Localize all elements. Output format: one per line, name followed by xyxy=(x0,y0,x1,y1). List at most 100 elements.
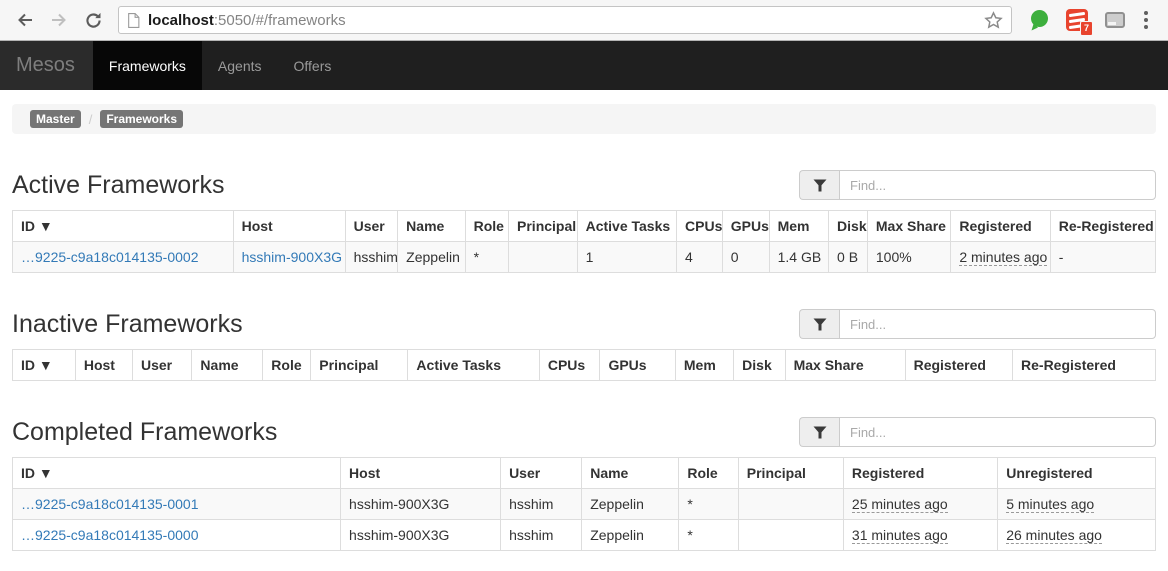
column-header-registered[interactable]: Registered xyxy=(843,458,997,489)
relative-time: 26 minutes ago xyxy=(1006,527,1102,544)
filter-icon xyxy=(799,170,839,200)
table-cell: hsshim xyxy=(345,242,398,273)
url-path: :5050/#/frameworks xyxy=(214,12,346,29)
inactive-filter-input[interactable] xyxy=(839,309,1156,339)
browser-menu-icon[interactable] xyxy=(1136,7,1158,33)
column-header-principal[interactable]: Principal xyxy=(311,350,408,381)
nav-item-offers[interactable]: Offers xyxy=(278,41,348,90)
table-cell: 2 minutes ago xyxy=(951,242,1050,273)
column-header-host[interactable]: Host xyxy=(233,211,345,242)
active-frameworks-table: ID ▼HostUserNameRolePrincipalActive Task… xyxy=(12,210,1156,273)
breadcrumb-frameworks[interactable]: Frameworks xyxy=(100,110,183,128)
cell-link[interactable]: …9225-c9a18c014135-0000 xyxy=(21,527,198,543)
extension-cast-icon[interactable] xyxy=(1102,6,1128,34)
column-header-mem[interactable]: Mem xyxy=(769,211,828,242)
column-header-id[interactable]: ID ▼ xyxy=(13,458,341,489)
table-cell: 26 minutes ago xyxy=(998,520,1156,551)
column-header-disk[interactable]: Disk xyxy=(734,350,785,381)
cell-link[interactable]: …9225-c9a18c014135-0001 xyxy=(21,496,198,512)
column-header-max-share[interactable]: Max Share xyxy=(867,211,950,242)
completed-filter-input[interactable] xyxy=(839,417,1156,447)
nav-item-frameworks[interactable]: Frameworks xyxy=(93,41,202,90)
column-header-registered[interactable]: Registered xyxy=(905,350,1012,381)
column-header-mem[interactable]: Mem xyxy=(675,350,733,381)
column-header-name[interactable]: Name xyxy=(192,350,263,381)
table-cell: Zeppelin xyxy=(582,489,679,520)
forward-icon[interactable] xyxy=(44,5,74,35)
inactive-frameworks-title: Inactive Frameworks xyxy=(12,309,243,339)
header-row: ID ▼HostUserNameRolePrincipalRegisteredU… xyxy=(13,458,1156,489)
column-header-unregistered[interactable]: Unregistered xyxy=(998,458,1156,489)
column-header-host[interactable]: Host xyxy=(341,458,501,489)
column-header-role[interactable]: Role xyxy=(679,458,738,489)
extension-todoist-icon[interactable]: 7 xyxy=(1064,6,1090,34)
filter-icon xyxy=(799,417,839,447)
active-frameworks-section: Active Frameworks ID ▼HostUserNameRolePr… xyxy=(12,170,1156,273)
completed-frameworks-title: Completed Frameworks xyxy=(12,417,277,447)
breadcrumb: Master / Frameworks xyxy=(12,104,1156,134)
column-header-role[interactable]: Role xyxy=(263,350,311,381)
table-cell: hsshim xyxy=(501,489,582,520)
table-cell: …9225-c9a18c014135-0002 xyxy=(13,242,234,273)
column-header-user[interactable]: User xyxy=(345,211,398,242)
column-header-re-registered[interactable]: Re-Registered xyxy=(1050,211,1155,242)
column-header-name[interactable]: Name xyxy=(582,458,679,489)
column-header-id[interactable]: ID ▼ xyxy=(13,211,234,242)
back-icon[interactable] xyxy=(10,5,40,35)
completed-frameworks-section: Completed Frameworks ID ▼HostUserNameRol… xyxy=(12,417,1156,551)
table-cell: 5 minutes ago xyxy=(998,489,1156,520)
breadcrumb-master[interactable]: Master xyxy=(30,110,81,128)
inactive-frameworks-section: Inactive Frameworks ID ▼HostUserNameRole… xyxy=(12,309,1156,381)
active-filter-input[interactable] xyxy=(839,170,1156,200)
column-header-max-share[interactable]: Max Share xyxy=(785,350,905,381)
table-cell xyxy=(509,242,578,273)
column-header-gpus[interactable]: GPUs xyxy=(600,350,675,381)
inactive-filter-group xyxy=(799,309,1156,339)
column-header-cpus[interactable]: CPUs xyxy=(677,211,723,242)
column-header-id[interactable]: ID ▼ xyxy=(13,350,76,381)
url-host: localhost xyxy=(148,12,214,29)
brand-mesos[interactable]: Mesos xyxy=(0,41,93,90)
table-cell: 31 minutes ago xyxy=(843,520,997,551)
extension-green-pin-icon[interactable] xyxy=(1026,6,1052,34)
active-filter-group xyxy=(799,170,1156,200)
column-header-role[interactable]: Role xyxy=(465,211,508,242)
column-header-active-tasks[interactable]: Active Tasks xyxy=(408,350,539,381)
column-header-host[interactable]: Host xyxy=(75,350,132,381)
reload-icon[interactable] xyxy=(78,5,108,35)
relative-time: 2 minutes ago xyxy=(959,249,1047,266)
column-header-gpus[interactable]: GPUs xyxy=(722,211,769,242)
table-row: …9225-c9a18c014135-0001hsshim-900X3Ghssh… xyxy=(13,489,1156,520)
header-row: ID ▼HostUserNameRolePrincipalActive Task… xyxy=(13,350,1156,381)
table-cell xyxy=(738,520,843,551)
bookmark-star-icon[interactable] xyxy=(984,11,1003,30)
table-cell: hsshim-900X3G xyxy=(341,520,501,551)
table-cell: 0 xyxy=(722,242,769,273)
table-cell: 1 xyxy=(577,242,676,273)
column-header-cpus[interactable]: CPUs xyxy=(539,350,600,381)
column-header-registered[interactable]: Registered xyxy=(951,211,1050,242)
nav-item-agents[interactable]: Agents xyxy=(202,41,278,90)
table-cell: hsshim xyxy=(501,520,582,551)
table-row: …9225-c9a18c014135-0002 hsshim-900X3Ghssh… xyxy=(13,242,1156,273)
column-header-name[interactable]: Name xyxy=(398,211,465,242)
column-header-user[interactable]: User xyxy=(133,350,192,381)
column-header-principal[interactable]: Principal xyxy=(509,211,578,242)
column-header-principal[interactable]: Principal xyxy=(738,458,843,489)
table-cell: …9225-c9a18c014135-0001 xyxy=(13,489,341,520)
cell-link[interactable]: …9225-c9a18c014135-0002 xyxy=(21,249,198,265)
url-bar[interactable]: localhost:5050/#/frameworks xyxy=(118,6,1012,34)
completed-frameworks-table: ID ▼HostUserNameRolePrincipalRegisteredU… xyxy=(12,457,1156,551)
cell-link[interactable]: hsshim-900X3G xyxy=(242,249,342,265)
column-header-user[interactable]: User xyxy=(501,458,582,489)
column-header-re-registered[interactable]: Re-Registered xyxy=(1013,350,1156,381)
relative-time: 25 minutes ago xyxy=(852,496,948,513)
column-header-active-tasks[interactable]: Active Tasks xyxy=(577,211,676,242)
mesos-navbar: Mesos Frameworks Agents Offers xyxy=(0,41,1168,90)
breadcrumb-separator: / xyxy=(89,112,93,127)
table-cell: * xyxy=(679,520,738,551)
page-content: Master / Frameworks Active Frameworks ID… xyxy=(0,104,1168,551)
table-cell: - xyxy=(1050,242,1155,273)
column-header-disk[interactable]: Disk xyxy=(829,211,868,242)
url-text[interactable]: localhost:5050/#/frameworks xyxy=(148,12,976,29)
